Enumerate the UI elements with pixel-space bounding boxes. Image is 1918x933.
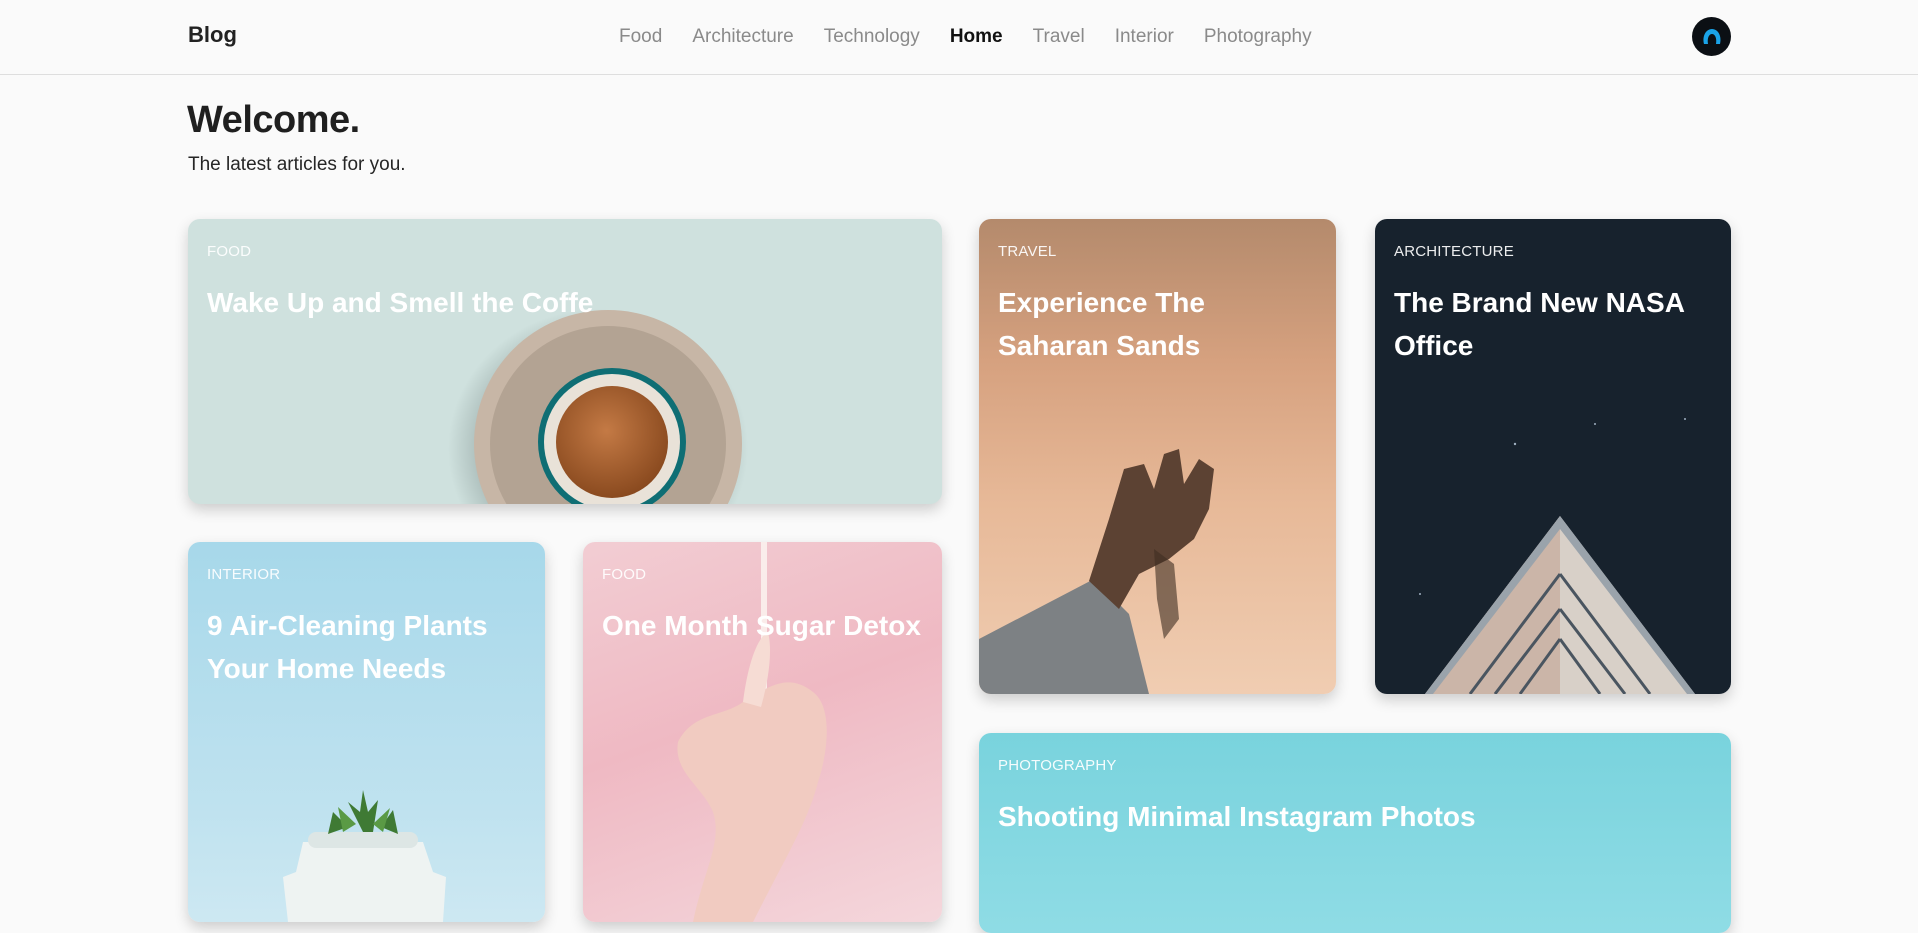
nav-link-food[interactable]: Food bbox=[619, 25, 662, 49]
top-navigation-bar: Blog Food Architecture Technology Home T… bbox=[0, 0, 1918, 75]
card-title: Shooting Minimal Instagram Photos bbox=[998, 801, 1476, 832]
nav-link-interior[interactable]: Interior bbox=[1115, 25, 1174, 49]
hand-with-milk-image bbox=[677, 542, 827, 922]
card-title: Wake Up and Smell the Coffe bbox=[207, 287, 594, 318]
article-card-coffee[interactable]: FOOD Wake Up and Smell the Coffe bbox=[188, 219, 942, 504]
card-category-label: INTERIOR bbox=[207, 566, 281, 583]
succulent-plant-image bbox=[283, 790, 446, 922]
article-card-sugar[interactable]: FOOD One Month Sugar Detox bbox=[583, 542, 942, 922]
nav-link-technology[interactable]: Technology bbox=[824, 25, 920, 49]
nav-link-travel[interactable]: Travel bbox=[1033, 25, 1085, 49]
user-avatar-button[interactable] bbox=[1692, 17, 1731, 56]
card-category-label: TRAVEL bbox=[998, 243, 1057, 260]
nav-link-photography[interactable]: Photography bbox=[1204, 25, 1312, 49]
user-avatar-icon bbox=[1702, 28, 1721, 44]
article-card-plants[interactable]: INTERIOR 9 Air-Cleaning Plants Your Home… bbox=[188, 542, 545, 922]
article-card-photography[interactable]: PHOTOGRAPHY Shooting Minimal Instagram P… bbox=[979, 733, 1731, 933]
category-nav: Food Architecture Technology Home Travel… bbox=[619, 25, 1342, 49]
card-category-label: FOOD bbox=[602, 566, 647, 583]
brand-logo-link[interactable]: Blog bbox=[188, 22, 237, 48]
page-subtitle: The latest articles for you. bbox=[188, 154, 406, 175]
card-title: One Month Sugar Detox bbox=[602, 610, 921, 641]
coffee-cup-image bbox=[448, 309, 748, 504]
nav-link-home[interactable]: Home bbox=[950, 25, 1003, 49]
card-title: The Brand New NASA Office bbox=[1394, 287, 1684, 361]
article-card-sahara[interactable]: TRAVEL Experience The Saharan Sands bbox=[979, 219, 1336, 694]
nav-link-architecture[interactable]: Architecture bbox=[692, 25, 793, 49]
card-category-label: ARCHITECTURE bbox=[1394, 243, 1514, 260]
page-title: Welcome. bbox=[187, 99, 360, 141]
card-category-label: PHOTOGRAPHY bbox=[998, 757, 1117, 774]
card-title: Experience The Saharan Sands bbox=[998, 287, 1205, 361]
card-title: 9 Air-Cleaning Plants Your Home Needs bbox=[207, 610, 488, 684]
article-card-nasa[interactable]: ARCHITECTURE The Brand New NASA Office bbox=[1375, 219, 1731, 694]
card-category-label: FOOD bbox=[207, 243, 252, 260]
